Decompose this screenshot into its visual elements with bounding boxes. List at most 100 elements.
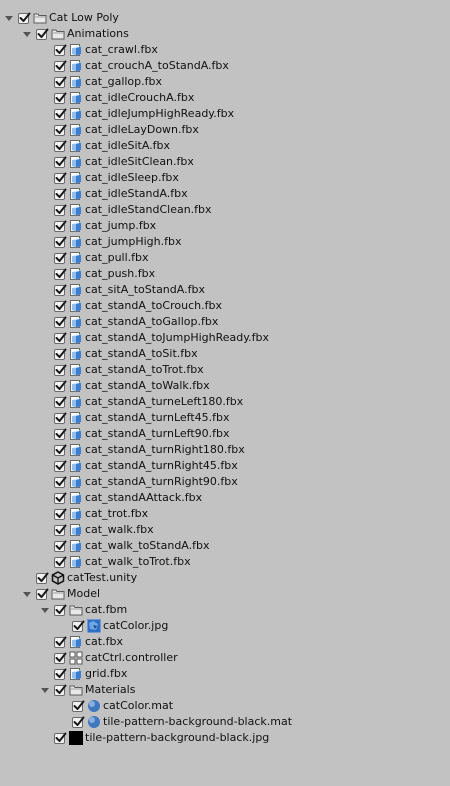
tree-row[interactable]: cat_idleJumpHighReady.fbx — [0, 106, 450, 122]
tree-row[interactable]: catCtrl.controller — [0, 650, 450, 666]
tree-row[interactable]: Cat Low Poly — [0, 10, 450, 26]
tree-row[interactable]: cat_sitA_toStandA.fbx — [0, 282, 450, 298]
tree-row[interactable]: cat_idleCrouchA.fbx — [0, 90, 450, 106]
import-checkbox[interactable] — [54, 348, 67, 360]
tree-row[interactable]: cat_pull.fbx — [0, 250, 450, 266]
tree-row[interactable]: cat_standA_toSit.fbx — [0, 346, 450, 362]
import-checkbox[interactable] — [54, 636, 67, 648]
import-checkbox[interactable] — [54, 204, 67, 216]
foldout-arrow-expanded-icon[interactable] — [40, 605, 50, 615]
import-checkbox[interactable] — [18, 12, 31, 24]
tree-row[interactable]: cat_standA_turnRight180.fbx — [0, 442, 450, 458]
import-checkbox[interactable] — [54, 140, 67, 152]
import-checkbox[interactable] — [54, 284, 67, 296]
tree-row[interactable]: cat.fbx — [0, 634, 450, 650]
import-checkbox[interactable] — [54, 60, 67, 72]
tree-row[interactable]: cat_walk.fbx — [0, 522, 450, 538]
import-checkbox[interactable] — [54, 604, 67, 616]
foldout-arrow-expanded-icon[interactable] — [4, 13, 14, 23]
import-checkbox[interactable] — [54, 412, 67, 424]
import-checkbox[interactable] — [54, 668, 67, 680]
tree-row[interactable]: catTest.unity — [0, 570, 450, 586]
tree-row[interactable]: cat_standA_toJumpHighReady.fbx — [0, 330, 450, 346]
import-checkbox[interactable] — [54, 172, 67, 184]
tree-row[interactable]: cat_standAAttack.fbx — [0, 490, 450, 506]
import-checkbox[interactable] — [54, 492, 67, 504]
import-checkbox[interactable] — [54, 300, 67, 312]
foldout-arrow-expanded-icon[interactable] — [40, 685, 50, 695]
tree-row[interactable]: cat_crouchA_toStandA.fbx — [0, 58, 450, 74]
import-checkbox[interactable] — [54, 684, 67, 696]
import-checkbox[interactable] — [54, 124, 67, 136]
import-checkbox[interactable] — [54, 92, 67, 104]
tree-row[interactable]: cat_gallop.fbx — [0, 74, 450, 90]
tree-row[interactable]: cat_standA_turneLeft180.fbx — [0, 394, 450, 410]
import-checkbox[interactable] — [54, 252, 67, 264]
tree-row[interactable]: cat_standA_turnRight90.fbx — [0, 474, 450, 490]
tree-row[interactable]: cat_walk_toStandA.fbx — [0, 538, 450, 554]
tree-row[interactable]: cat_trot.fbx — [0, 506, 450, 522]
tree-row[interactable]: cat_walk_toTrot.fbx — [0, 554, 450, 570]
tree-row[interactable]: cat_jumpHigh.fbx — [0, 234, 450, 250]
import-checkbox[interactable] — [54, 380, 67, 392]
import-checkbox[interactable] — [54, 188, 67, 200]
tree-row[interactable]: Animations — [0, 26, 450, 42]
tree-row[interactable]: cat.fbm — [0, 602, 450, 618]
tree-row[interactable]: Materials — [0, 682, 450, 698]
import-checkbox[interactable] — [54, 444, 67, 456]
import-checkbox[interactable] — [72, 620, 85, 632]
import-checkbox[interactable] — [54, 236, 67, 248]
import-checkbox[interactable] — [72, 700, 85, 712]
import-checkbox[interactable] — [54, 316, 67, 328]
tree-row[interactable]: cat_idleSitA.fbx — [0, 138, 450, 154]
import-checkbox[interactable] — [54, 556, 67, 568]
import-checkbox[interactable] — [54, 652, 67, 664]
import-checkbox[interactable] — [54, 524, 67, 536]
fbx-model-icon — [69, 299, 83, 313]
tree-row[interactable]: grid.fbx — [0, 666, 450, 682]
tree-row[interactable]: cat_idleLayDown.fbx — [0, 122, 450, 138]
tree-row[interactable]: cat_crawl.fbx — [0, 42, 450, 58]
import-checkbox[interactable] — [54, 156, 67, 168]
tree-row[interactable]: cat_idleSitClean.fbx — [0, 154, 450, 170]
foldout-arrow-expanded-icon[interactable] — [22, 589, 32, 599]
tree-row[interactable]: cat_standA_toWalk.fbx — [0, 378, 450, 394]
tree-row[interactable]: cat_standA_toGallop.fbx — [0, 314, 450, 330]
tree-row[interactable]: Model — [0, 586, 450, 602]
tree-row[interactable]: cat_idleSleep.fbx — [0, 170, 450, 186]
import-checkbox[interactable] — [54, 396, 67, 408]
import-checkbox[interactable] — [54, 732, 67, 744]
tree-row[interactable]: cat_standA_turnLeft90.fbx — [0, 426, 450, 442]
import-checkbox[interactable] — [54, 268, 67, 280]
tree-row[interactable]: cat_standA_toCrouch.fbx — [0, 298, 450, 314]
tree-row[interactable]: cat_idleStandA.fbx — [0, 186, 450, 202]
import-checkbox[interactable] — [54, 460, 67, 472]
import-checkbox[interactable] — [54, 220, 67, 232]
tree-row[interactable]: cat_jump.fbx — [0, 218, 450, 234]
tree-row[interactable]: cat_push.fbx — [0, 266, 450, 282]
import-checkbox[interactable] — [54, 76, 67, 88]
import-checkbox[interactable] — [54, 428, 67, 440]
tree-row[interactable]: catColor.mat — [0, 698, 450, 714]
import-checkbox[interactable] — [36, 28, 49, 40]
import-checkbox[interactable] — [36, 588, 49, 600]
import-checkbox[interactable] — [54, 364, 67, 376]
foldout-arrow-expanded-icon[interactable] — [22, 29, 32, 39]
import-checkbox[interactable] — [54, 332, 67, 344]
import-checkbox[interactable] — [72, 716, 85, 728]
import-checkbox[interactable] — [54, 540, 67, 552]
tree-row[interactable]: cat_standA_toTrot.fbx — [0, 362, 450, 378]
tree-row[interactable]: tile-pattern-background-black.jpg — [0, 730, 450, 746]
tree-row[interactable]: catColor.jpg — [0, 618, 450, 634]
import-checkbox[interactable] — [54, 108, 67, 120]
import-checkbox[interactable] — [36, 572, 49, 584]
tree-row[interactable]: cat_standA_turnRight45.fbx — [0, 458, 450, 474]
import-checkbox[interactable] — [54, 44, 67, 56]
tree-row[interactable]: tile-pattern-background-black.mat — [0, 714, 450, 730]
import-checkbox[interactable] — [54, 508, 67, 520]
tree-row-label: cat_idleSitA.fbx — [85, 139, 171, 152]
tree-row[interactable]: cat_standA_turnLeft45.fbx — [0, 410, 450, 426]
tree-row-label: cat_standA_toWalk.fbx — [85, 379, 210, 392]
import-checkbox[interactable] — [54, 476, 67, 488]
tree-row[interactable]: cat_idleStandClean.fbx — [0, 202, 450, 218]
